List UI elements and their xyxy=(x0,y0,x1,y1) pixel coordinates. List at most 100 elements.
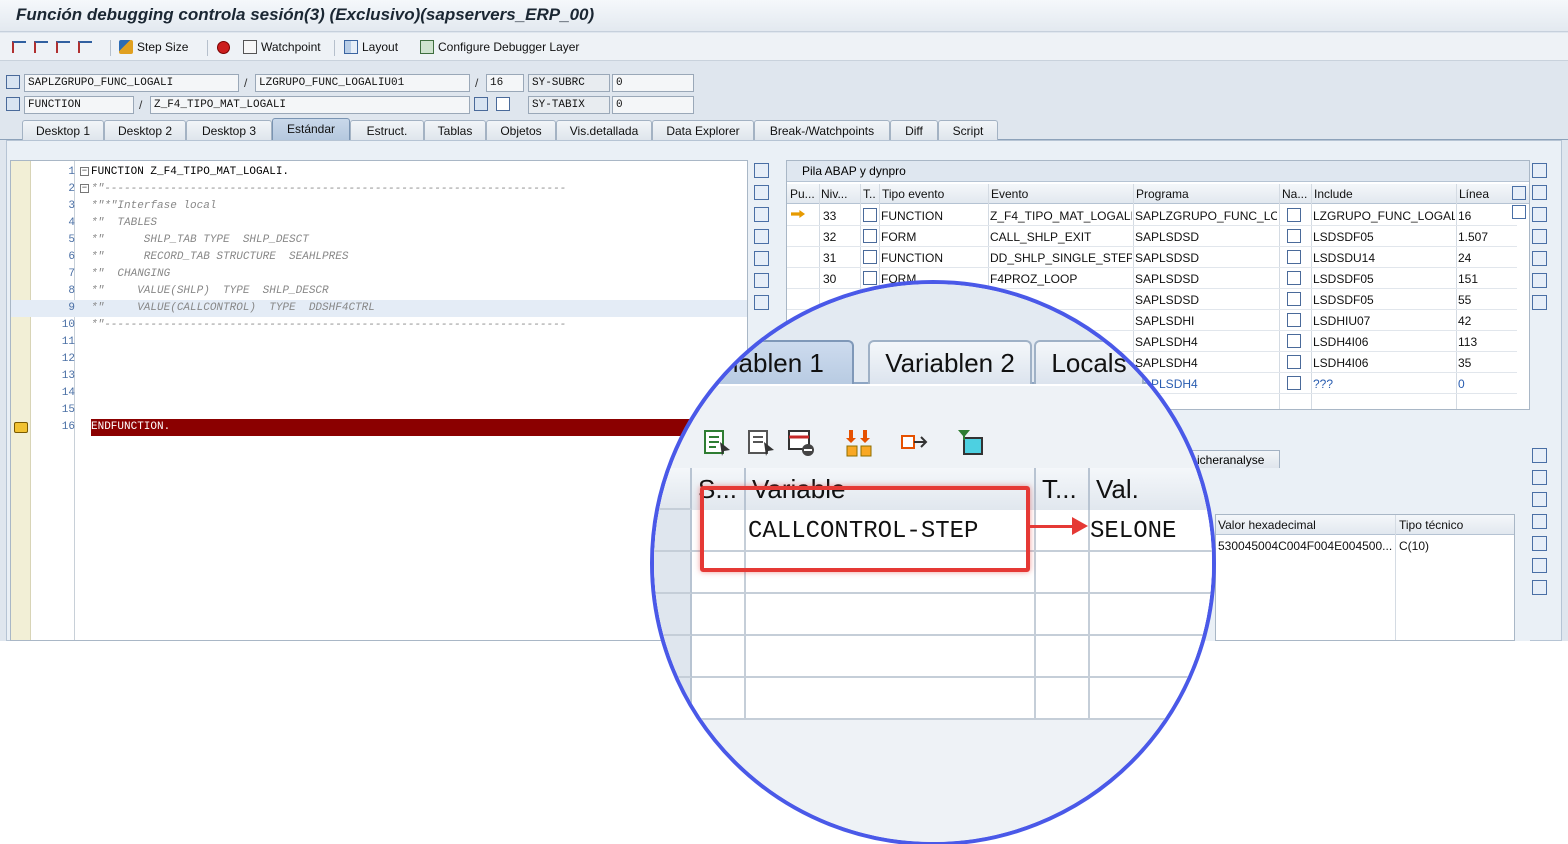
configure-layer-button[interactable]: Configure Debugger Layer xyxy=(420,38,579,56)
variable-grid-cell[interactable] xyxy=(746,636,1036,678)
tab-breakpoints[interactable]: Break-/Watchpoints xyxy=(754,120,890,140)
variable-value-cell[interactable]: SELONE xyxy=(1090,518,1176,545)
layout-button[interactable]: Layout xyxy=(344,38,398,56)
col-type[interactable]: T... xyxy=(1036,468,1090,510)
tab-diff[interactable]: Diff xyxy=(890,120,938,140)
tab-script[interactable]: Script xyxy=(938,120,998,140)
col-evento[interactable]: Evento xyxy=(991,187,1131,201)
stack-row[interactable]: 32 FORM CALL_SHLP_EXIT SAPLSDSD LSDSDF05 1.50… xyxy=(787,226,1517,247)
code-line[interactable]: 4 *" TABLES xyxy=(11,215,747,232)
row-selector[interactable] xyxy=(654,678,692,720)
tab-desktop-3[interactable]: Desktop 3 xyxy=(186,120,272,140)
navigate-source-icon[interactable] xyxy=(1287,355,1301,369)
filter-icon[interactable] xyxy=(956,428,986,458)
tab-vis-detallada[interactable]: Vis.detallada xyxy=(556,120,652,140)
maximize-icon[interactable] xyxy=(1532,229,1547,244)
variable-grid-cell[interactable] xyxy=(1090,594,1212,636)
navigate-source-icon[interactable] xyxy=(1287,334,1301,348)
swap-icon[interactable] xyxy=(754,251,769,266)
column-settings-icon[interactable] xyxy=(1512,186,1526,200)
fold-toggle-icon[interactable]: − xyxy=(80,167,89,176)
col-pu[interactable]: Pu... xyxy=(790,187,820,201)
return-icon[interactable] xyxy=(56,41,70,53)
col-include[interactable]: Include xyxy=(1314,187,1454,201)
navigate-source-icon[interactable] xyxy=(1287,292,1301,306)
code-line[interactable]: 5 *" SHLP_TAB TYPE SHLP_DESCT xyxy=(11,232,747,249)
scroll-up-icon[interactable] xyxy=(1512,205,1526,219)
variable-detail-icon[interactable] xyxy=(702,428,732,458)
navigate-source-icon[interactable] xyxy=(1287,250,1301,264)
code-line[interactable]: 15 xyxy=(11,402,747,419)
col-technical-type[interactable]: Tipo técnico xyxy=(1399,518,1499,532)
code-line[interactable]: 12 xyxy=(11,351,747,368)
swap-icon[interactable] xyxy=(1532,536,1547,551)
navigate-source-icon[interactable] xyxy=(1287,376,1301,390)
tab-desktop-2[interactable]: Desktop 2 xyxy=(104,120,186,140)
col-nivel[interactable]: Niv... xyxy=(821,187,859,201)
variable-grid-cell[interactable] xyxy=(1036,552,1090,594)
col-na[interactable]: Na... xyxy=(1282,187,1312,201)
col-value[interactable]: Val. xyxy=(1090,468,1212,510)
tab-locals[interactable]: Locals xyxy=(1034,340,1144,384)
single-step-icon[interactable] xyxy=(12,41,26,53)
tab-variablen-2[interactable]: Variablen 2 xyxy=(868,340,1032,384)
replace-tool-icon[interactable] xyxy=(1532,492,1547,507)
delete-variable-icon[interactable] xyxy=(786,428,816,458)
variable-grid-cell[interactable] xyxy=(1090,552,1212,594)
step-size-button[interactable]: Step Size xyxy=(119,38,188,56)
col-tipo-evento[interactable]: Tipo evento xyxy=(882,187,987,201)
code-line[interactable]: 13 xyxy=(11,368,747,385)
variable-grid-cell[interactable] xyxy=(1036,594,1090,636)
refresh-icon[interactable] xyxy=(1532,273,1547,288)
step-buttons[interactable] xyxy=(12,38,100,56)
code-line[interactable]: 16 ENDFUNCTION. xyxy=(11,419,747,436)
replace-tool-icon[interactable] xyxy=(1532,207,1547,222)
close-icon[interactable] xyxy=(754,163,769,178)
code-line[interactable]: 8 *" VALUE(SHLP) TYPE SHLP_DESCR xyxy=(11,283,747,300)
fold-toggle-icon[interactable]: − xyxy=(80,184,89,193)
code-line[interactable]: 9 *" VALUE(CALLCONTROL) TYPE DDSHF4CTRL xyxy=(11,300,747,317)
tab-tablas[interactable]: Tablas xyxy=(424,120,486,140)
new-tool-icon[interactable] xyxy=(754,185,769,200)
replace-tool-icon[interactable] xyxy=(754,207,769,222)
execute-icon[interactable] xyxy=(34,41,48,53)
services-icon[interactable] xyxy=(1532,295,1547,310)
variable-grid-cell[interactable] xyxy=(746,594,1036,636)
col-hex-value[interactable]: Valor hexadecimal xyxy=(1218,518,1393,532)
code-line[interactable]: 11 xyxy=(11,334,747,351)
close-icon[interactable] xyxy=(1532,448,1547,463)
tab-desktop-1[interactable]: Desktop 1 xyxy=(22,120,104,140)
variable-grid-cell[interactable] xyxy=(746,678,1036,720)
code-line[interactable]: 1− FUNCTION Z_F4_TIPO_MAT_LOGALI. xyxy=(11,164,747,181)
navigate-source-icon[interactable] xyxy=(1287,229,1301,243)
row-selector[interactable] xyxy=(654,636,692,678)
col-t[interactable]: T.. xyxy=(863,187,883,201)
variable-edit-icon[interactable] xyxy=(746,428,776,458)
info-icon[interactable] xyxy=(496,97,510,111)
code-line[interactable]: 14 xyxy=(11,385,747,402)
code-line[interactable]: 7 *" CHANGING xyxy=(11,266,747,283)
row-selector[interactable] xyxy=(654,594,692,636)
close-icon[interactable] xyxy=(1532,163,1547,178)
tab-estandar[interactable]: Estándar xyxy=(272,118,350,140)
variable-grid-cell[interactable] xyxy=(692,594,746,636)
watchpoint-button[interactable]: Watchpoint xyxy=(243,38,321,56)
new-tool-icon[interactable] xyxy=(1532,470,1547,485)
source-code-editor[interactable]: 1− FUNCTION Z_F4_TIPO_MAT_LOGALI. 2− *"----… xyxy=(10,160,748,641)
tab-estruct[interactable]: Estruct. xyxy=(350,120,424,140)
navigate-source-icon[interactable] xyxy=(1287,208,1301,222)
sort-variables-icon[interactable] xyxy=(844,428,874,458)
col-programa[interactable]: Programa xyxy=(1136,187,1276,201)
stack-row[interactable]: 31 FUNCTION DD_SHLP_SINGLE_STEP SAPLSDSD LSD… xyxy=(787,247,1517,268)
row-selector[interactable] xyxy=(654,510,692,552)
tab-variablen-1[interactable]: riablen 1 xyxy=(694,340,854,384)
tab-objetos[interactable]: Objetos xyxy=(486,120,556,140)
transfer-icon[interactable] xyxy=(900,428,930,458)
refresh-icon[interactable] xyxy=(1532,558,1547,573)
variable-grid-cell[interactable] xyxy=(1036,678,1090,720)
swap-icon[interactable] xyxy=(1532,251,1547,266)
new-tool-icon[interactable] xyxy=(1532,185,1547,200)
variable-grid-cell[interactable] xyxy=(1090,678,1212,720)
code-line[interactable]: 6 *" RECORD_TAB STRUCTURE SEAHLPRES xyxy=(11,249,747,266)
variable-grid-cell[interactable] xyxy=(1036,636,1090,678)
